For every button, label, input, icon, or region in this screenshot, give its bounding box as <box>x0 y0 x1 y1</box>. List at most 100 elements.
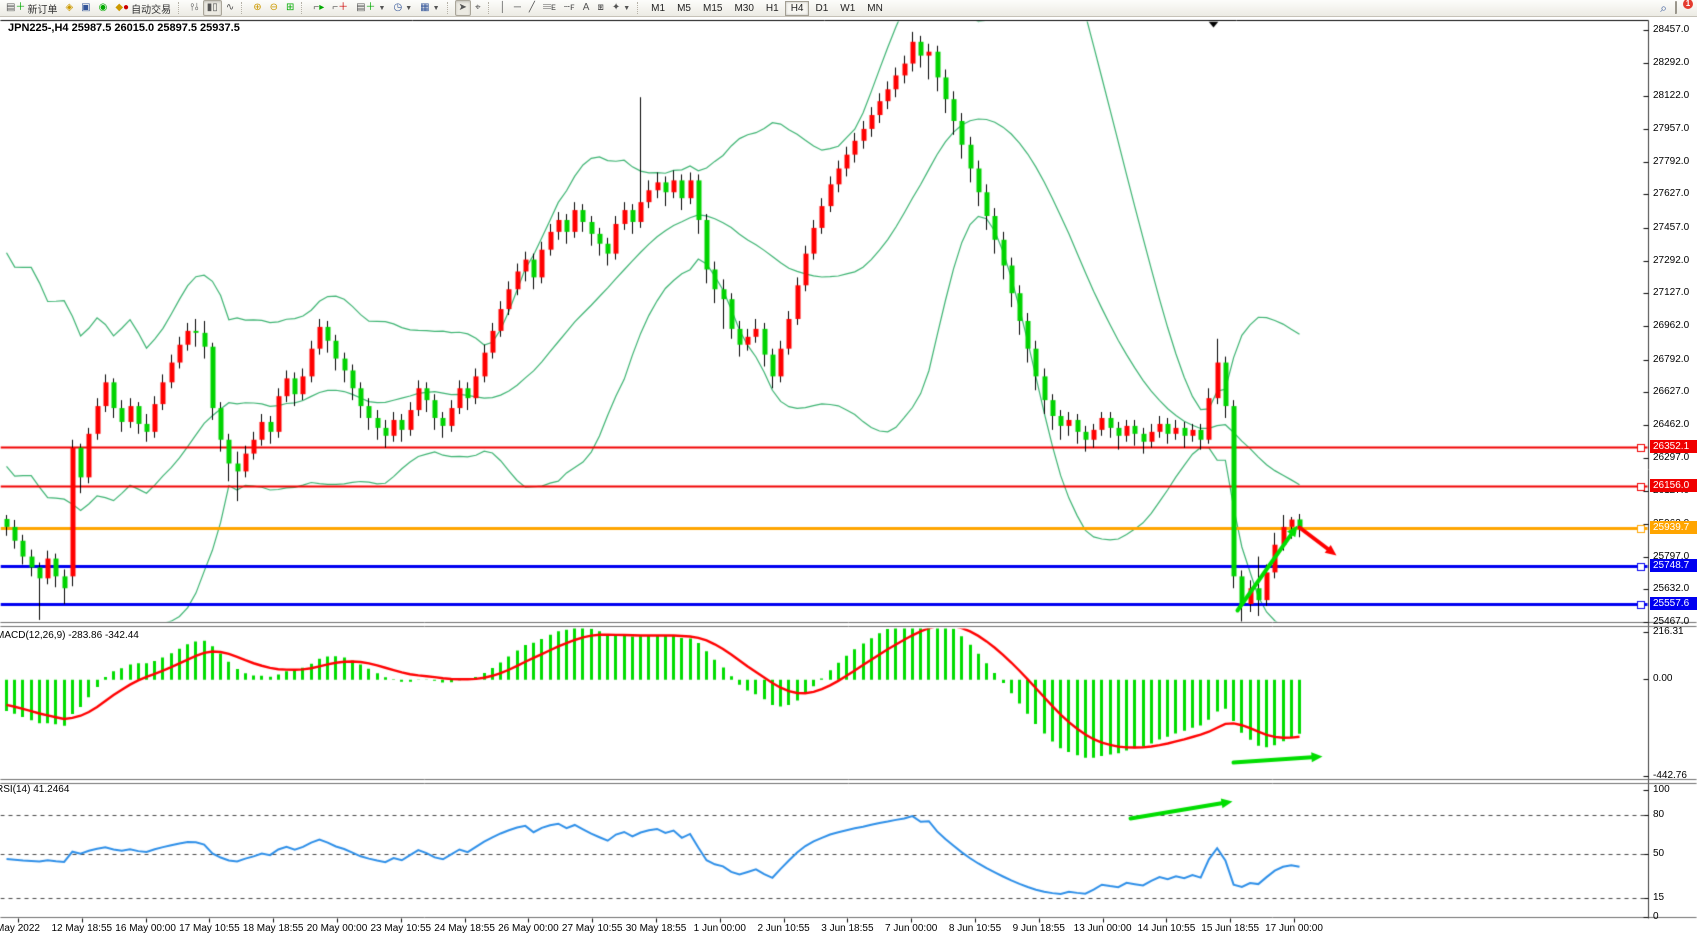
new-order-button[interactable]: ▤＋ 新订单 <box>2 0 61 16</box>
horizontal-line-tool[interactable]: ─ <box>510 0 525 16</box>
price-level-tag[interactable]: 25748.7 <box>1650 559 1697 572</box>
fibo-fan-tool[interactable]: ┄ꜰ <box>560 0 579 16</box>
chevron-down-icon: ▼ <box>623 5 630 12</box>
line-chart-button[interactable]: ∿ <box>222 0 238 16</box>
price-axis-tick: 27457.0 <box>1653 222 1697 233</box>
fibonacci-icon: 𝄘ᴇ <box>543 2 556 14</box>
arrows-tool[interactable]: ✦▼ <box>608 0 634 16</box>
price-axis-tick: 27127.0 <box>1653 287 1697 298</box>
x-axis-label: 2 Jun 10:55 <box>757 923 809 934</box>
auto-scroll-button[interactable]: ⌐▸ <box>309 0 328 16</box>
chevron-down-icon: ▼ <box>405 5 412 12</box>
x-axis-label: 15 Jun 18:55 <box>1201 923 1259 934</box>
x-axis-label: 23 May 10:55 <box>370 923 431 934</box>
x-axis-label: 18 May 18:55 <box>243 923 304 934</box>
top-toolbar: ▤＋ 新订单 ◈ ▣ ◉ ◆● 自动交易 ⫯⫰ ▮▯ ∿ ⊕ ⊖ ⊞ ⌐▸ ⌐＋… <box>0 0 1697 17</box>
zoom-in-button[interactable]: ⊕ <box>249 0 265 16</box>
terminal-button[interactable]: ▣ <box>77 0 94 16</box>
toolbar-separator <box>488 2 493 14</box>
price-level-tag[interactable]: 26352.1 <box>1650 440 1697 453</box>
x-axis-label: 16 May 00:00 <box>115 923 176 934</box>
x-axis-label: 30 May 18:55 <box>626 923 687 934</box>
x-axis-label: 14 Jun 10:55 <box>1137 923 1195 934</box>
bar-chart-button[interactable]: ⫯⫰ <box>186 0 203 16</box>
horizontal-line-icon: ─ <box>514 2 521 14</box>
signal-button[interactable]: ◉ <box>95 0 112 16</box>
price-level-tag[interactable]: 25557.6 <box>1650 597 1697 610</box>
crosshair-icon: ⌖ <box>475 2 481 14</box>
toolbar-separator <box>178 2 183 14</box>
rsi-axis-tick: 15 <box>1653 892 1697 903</box>
fibonacci-tool[interactable]: 𝄘ᴇ <box>539 0 560 16</box>
x-axis-label: 7 Jun 00:00 <box>885 923 937 934</box>
search-icon[interactable]: ⌕ <box>1660 2 1667 14</box>
price-axis-tick: 26297.0 <box>1653 452 1697 463</box>
price-level-tag[interactable]: 25939.7 <box>1650 521 1697 534</box>
trendline-tool[interactable]: ╱ <box>525 0 539 16</box>
chat-bubble-icon <box>1675 1 1677 14</box>
x-axis-label: 17 May 10:55 <box>179 923 240 934</box>
auto-trading-button[interactable]: ◆● 自动交易 <box>111 0 175 16</box>
timeframe-h1[interactable]: H1 <box>760 1 785 16</box>
x-axis-label: 24 May 18:55 <box>434 923 495 934</box>
history-center-button[interactable]: ◈ <box>61 0 77 16</box>
new-order-label: 新订单 <box>27 1 57 16</box>
signal-icon: ◉ <box>99 2 108 14</box>
chevron-down-icon: ▼ <box>433 5 440 12</box>
vertical-line-icon: │ <box>500 2 506 14</box>
price-axis-tick: 28122.0 <box>1653 90 1697 101</box>
trendline-icon: ╱ <box>529 2 535 14</box>
zoom-out-button[interactable]: ⊖ <box>266 0 282 16</box>
timeframe-mn[interactable]: MN <box>861 1 889 16</box>
add-indicator-icon: ▤＋ <box>356 2 375 14</box>
chart-canvas[interactable] <box>0 0 1697 938</box>
price-level-tag[interactable]: 26156.0 <box>1650 479 1697 492</box>
timeframe-m15[interactable]: M15 <box>697 1 728 16</box>
toolbar-right-group: ⌕ 1 <box>1660 2 1697 15</box>
timeframe-d1[interactable]: D1 <box>809 1 834 16</box>
tile-windows-button[interactable]: ⊞ <box>282 0 298 16</box>
macd-axis-tick: 0.00 <box>1653 673 1697 684</box>
price-axis-tick: 28457.0 <box>1653 24 1697 35</box>
arrow-objects-icon: ✦ <box>612 2 620 14</box>
line-chart-icon: ∿ <box>226 2 234 14</box>
price-axis-tick: 26962.0 <box>1653 320 1697 331</box>
x-axis-label: 12 May 18:55 <box>51 923 112 934</box>
price-axis-tick: 27627.0 <box>1653 188 1697 199</box>
toolbar-separator <box>637 2 642 14</box>
vertical-line-tool[interactable]: │ <box>496 0 510 16</box>
chart-shift-button[interactable]: ⌐＋ <box>328 0 352 16</box>
cursor-tool-button[interactable]: ➤ <box>455 0 471 16</box>
timeframe-m5[interactable]: M5 <box>671 1 697 16</box>
crosshair-tool-button[interactable]: ⌖ <box>471 0 485 16</box>
candlestick-chart-button[interactable]: ▮▯ <box>203 0 222 16</box>
timeframe-m1[interactable]: M1 <box>645 1 671 16</box>
monitor-icon: ▣ <box>81 2 90 14</box>
cursor-icon: ➤ <box>459 2 467 14</box>
auto-trading-icon: ◆● <box>115 2 129 14</box>
chart-ohlc-title: JPN225-,H4 25987.5 26015.0 25897.5 25937… <box>8 22 240 34</box>
timeframe-h4[interactable]: H4 <box>785 1 810 16</box>
periods-button[interactable]: ◷▼ <box>389 0 416 16</box>
template-icon: ▦ <box>420 2 429 14</box>
rsi-axis-tick: 80 <box>1653 809 1697 820</box>
text-label-tool[interactable]: ⧆ <box>593 0 607 16</box>
chevron-down-icon: ▼ <box>379 5 386 12</box>
bar-chart-icon: ⫯⫰ <box>190 2 199 14</box>
zoom-out-icon: ⊖ <box>270 2 278 14</box>
x-axis-label: 8 Jun 10:55 <box>949 923 1001 934</box>
macd-indicator-label: MACD(12,26,9) -283.86 -342.44 <box>0 630 139 641</box>
text-tool[interactable]: A <box>579 0 594 16</box>
x-axis-label: 26 May 00:00 <box>498 923 559 934</box>
fibo-fan-icon: ┄ꜰ <box>564 2 575 14</box>
x-axis-label: 3 Jun 18:55 <box>821 923 873 934</box>
text-icon: A <box>583 2 590 14</box>
timeframe-m30[interactable]: M30 <box>728 1 759 16</box>
templates-button[interactable]: ▦▼ <box>416 0 443 16</box>
zoom-in-icon: ⊕ <box>253 2 261 14</box>
x-axis-label: 20 May 00:00 <box>307 923 368 934</box>
notifications-button[interactable]: 1 <box>1675 2 1689 15</box>
timeframe-w1[interactable]: W1 <box>834 1 861 16</box>
text-label-icon: ⧆ <box>597 2 603 14</box>
add-indicator-button[interactable]: ▤＋ ▼ <box>352 0 389 16</box>
